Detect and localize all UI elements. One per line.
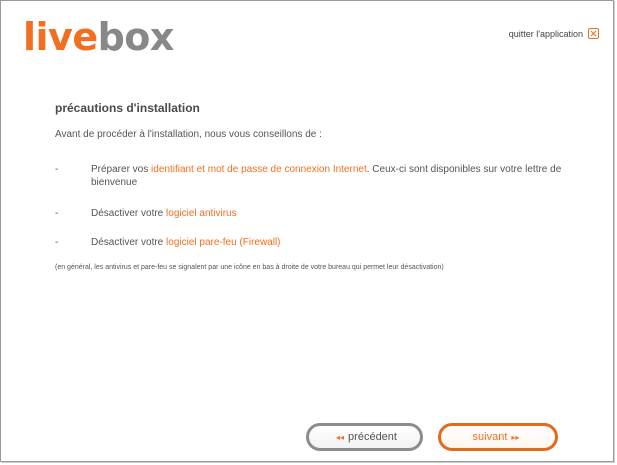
page-title: précautions d'installation: [55, 101, 200, 115]
list-dash: -: [55, 208, 59, 219]
list-item-text: Désactiver votre logiciel pare-feu (Fire…: [91, 236, 571, 249]
intro-text: Avant de procéder à l'installation, nous…: [55, 129, 322, 140]
list-item: - Désactiver votre logiciel antivirus: [55, 207, 571, 220]
close-icon[interactable]: [588, 28, 599, 39]
double-arrow-left-icon: ◂◂: [336, 432, 345, 442]
item-prefix: Désactiver votre: [91, 237, 167, 248]
main-content: précautions d'installation Avant de proc…: [55, 101, 575, 271]
item-highlight: logiciel antivirus: [166, 208, 237, 219]
next-label: suivant: [472, 431, 508, 443]
livebox-logo: livebox: [23, 18, 174, 56]
next-button[interactable]: suivant ▸▸: [438, 423, 558, 451]
list-dash: -: [55, 237, 59, 248]
item-prefix: Désactiver votre: [91, 208, 167, 219]
item-highlight: identifiant et mot de passe de connexion…: [151, 164, 367, 175]
quit-application-link[interactable]: quitter l'application: [509, 28, 599, 39]
list-item-text: Désactiver votre logiciel antivirus: [91, 207, 571, 220]
list-dash: -: [55, 164, 59, 175]
item-prefix: Préparer vos: [91, 164, 152, 175]
list-item-text: Préparer vos identifiant et mot de passe…: [91, 163, 571, 189]
quit-label[interactable]: quitter l'application: [509, 29, 583, 39]
note-text: (en général, les antivirus et pare-feu s…: [55, 264, 444, 271]
list-item: - Désactiver votre logiciel pare-feu (Fi…: [55, 236, 571, 249]
logo-part-box: box: [97, 15, 175, 59]
list-item: - Préparer vos identifiant et mot de pas…: [55, 163, 571, 189]
double-arrow-right-icon: ▸▸: [511, 432, 520, 442]
item-highlight: logiciel pare-feu (Firewall): [166, 237, 281, 248]
previous-label: précédent: [348, 431, 397, 443]
installer-window: livebox quitter l'application précaution…: [0, 0, 614, 462]
previous-button[interactable]: ◂◂ précédent: [306, 423, 423, 451]
logo-part-live: live: [23, 15, 98, 59]
